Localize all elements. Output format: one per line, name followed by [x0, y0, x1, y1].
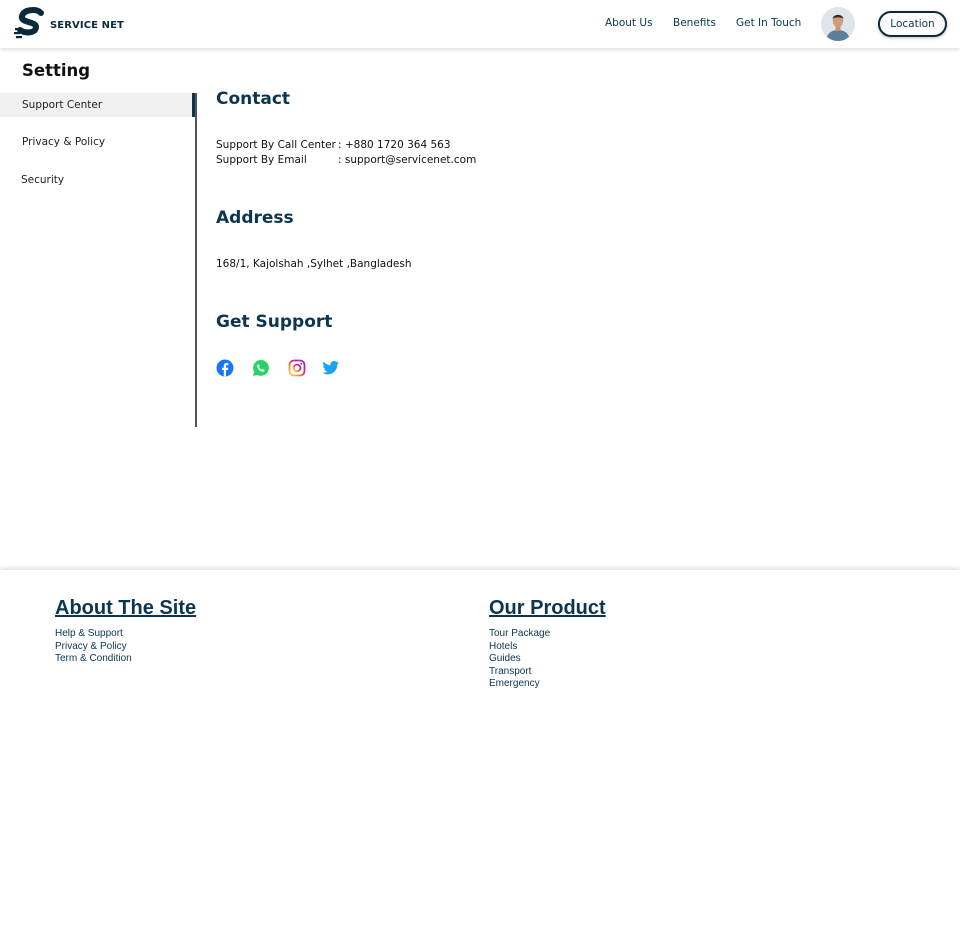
get-support-heading: Get Support: [216, 312, 333, 332]
call-center-row: Support By Call Center: +880 1720 364 56…: [216, 139, 451, 151]
avatar-person-icon: [821, 7, 855, 41]
call-center-number[interactable]: : +880 1720 364 563: [338, 139, 451, 151]
footer-product-heading: Our Product: [489, 597, 606, 619]
footer-about-heading: About The Site: [55, 597, 197, 619]
support-email[interactable]: : support@servicenet.com: [338, 154, 476, 166]
user-avatar[interactable]: [821, 7, 855, 41]
sidebar-item-security[interactable]: Security: [0, 168, 195, 192]
footer-link-guides[interactable]: Guides: [489, 653, 550, 666]
page-title: Setting: [22, 61, 91, 80]
address-heading: Address: [216, 208, 294, 228]
nav-benefits[interactable]: Benefits: [673, 17, 716, 29]
site-footer: About The Site Help & Support Privacy & …: [0, 570, 960, 929]
whatsapp-icon[interactable]: [252, 359, 270, 377]
location-button[interactable]: Location: [878, 11, 947, 37]
instagram-icon[interactable]: [288, 359, 306, 377]
footer-link-hotels[interactable]: Hotels: [489, 641, 550, 654]
footer-link-emergency[interactable]: Emergency: [489, 678, 550, 691]
footer-link-privacy-policy[interactable]: Privacy & Policy: [55, 641, 132, 654]
nav-get-in-touch[interactable]: Get In Touch: [736, 17, 801, 29]
footer-link-term-condition[interactable]: Term & Condition: [55, 653, 132, 666]
footer-product-links: Tour Package Hotels Guides Transport Eme…: [489, 628, 550, 691]
twitter-icon[interactable]: [322, 359, 340, 377]
sidebar-item-privacy-policy[interactable]: Privacy & Policy: [0, 130, 195, 154]
top-header: SERVICE NET About Us Benefits Get In Tou…: [0, 0, 960, 48]
address-text: 168/1, Kajolshah ,Sylhet ,Bangladesh: [216, 258, 412, 270]
email-label: Support By Email: [216, 154, 307, 166]
footer-link-help-support[interactable]: Help & Support: [55, 628, 132, 641]
contact-heading: Contact: [216, 89, 291, 109]
call-center-label: Support By Call Center: [216, 139, 336, 151]
facebook-icon[interactable]: [216, 359, 234, 377]
email-row: Support By Email : support@servicenet.com: [216, 154, 476, 166]
footer-link-transport[interactable]: Transport: [489, 666, 550, 679]
nav-about-us[interactable]: About Us: [605, 17, 653, 29]
brand-logo[interactable]: SERVICE NET: [14, 7, 124, 41]
sidebar-item-support-center[interactable]: Support Center: [0, 93, 195, 117]
brand-name: SERVICE NET: [50, 20, 124, 31]
footer-link-tour-package[interactable]: Tour Package: [489, 628, 550, 641]
service-net-logo-icon: [14, 7, 44, 39]
sidebar-divider: [195, 93, 197, 427]
footer-about-links: Help & Support Privacy & Policy Term & C…: [55, 628, 132, 666]
